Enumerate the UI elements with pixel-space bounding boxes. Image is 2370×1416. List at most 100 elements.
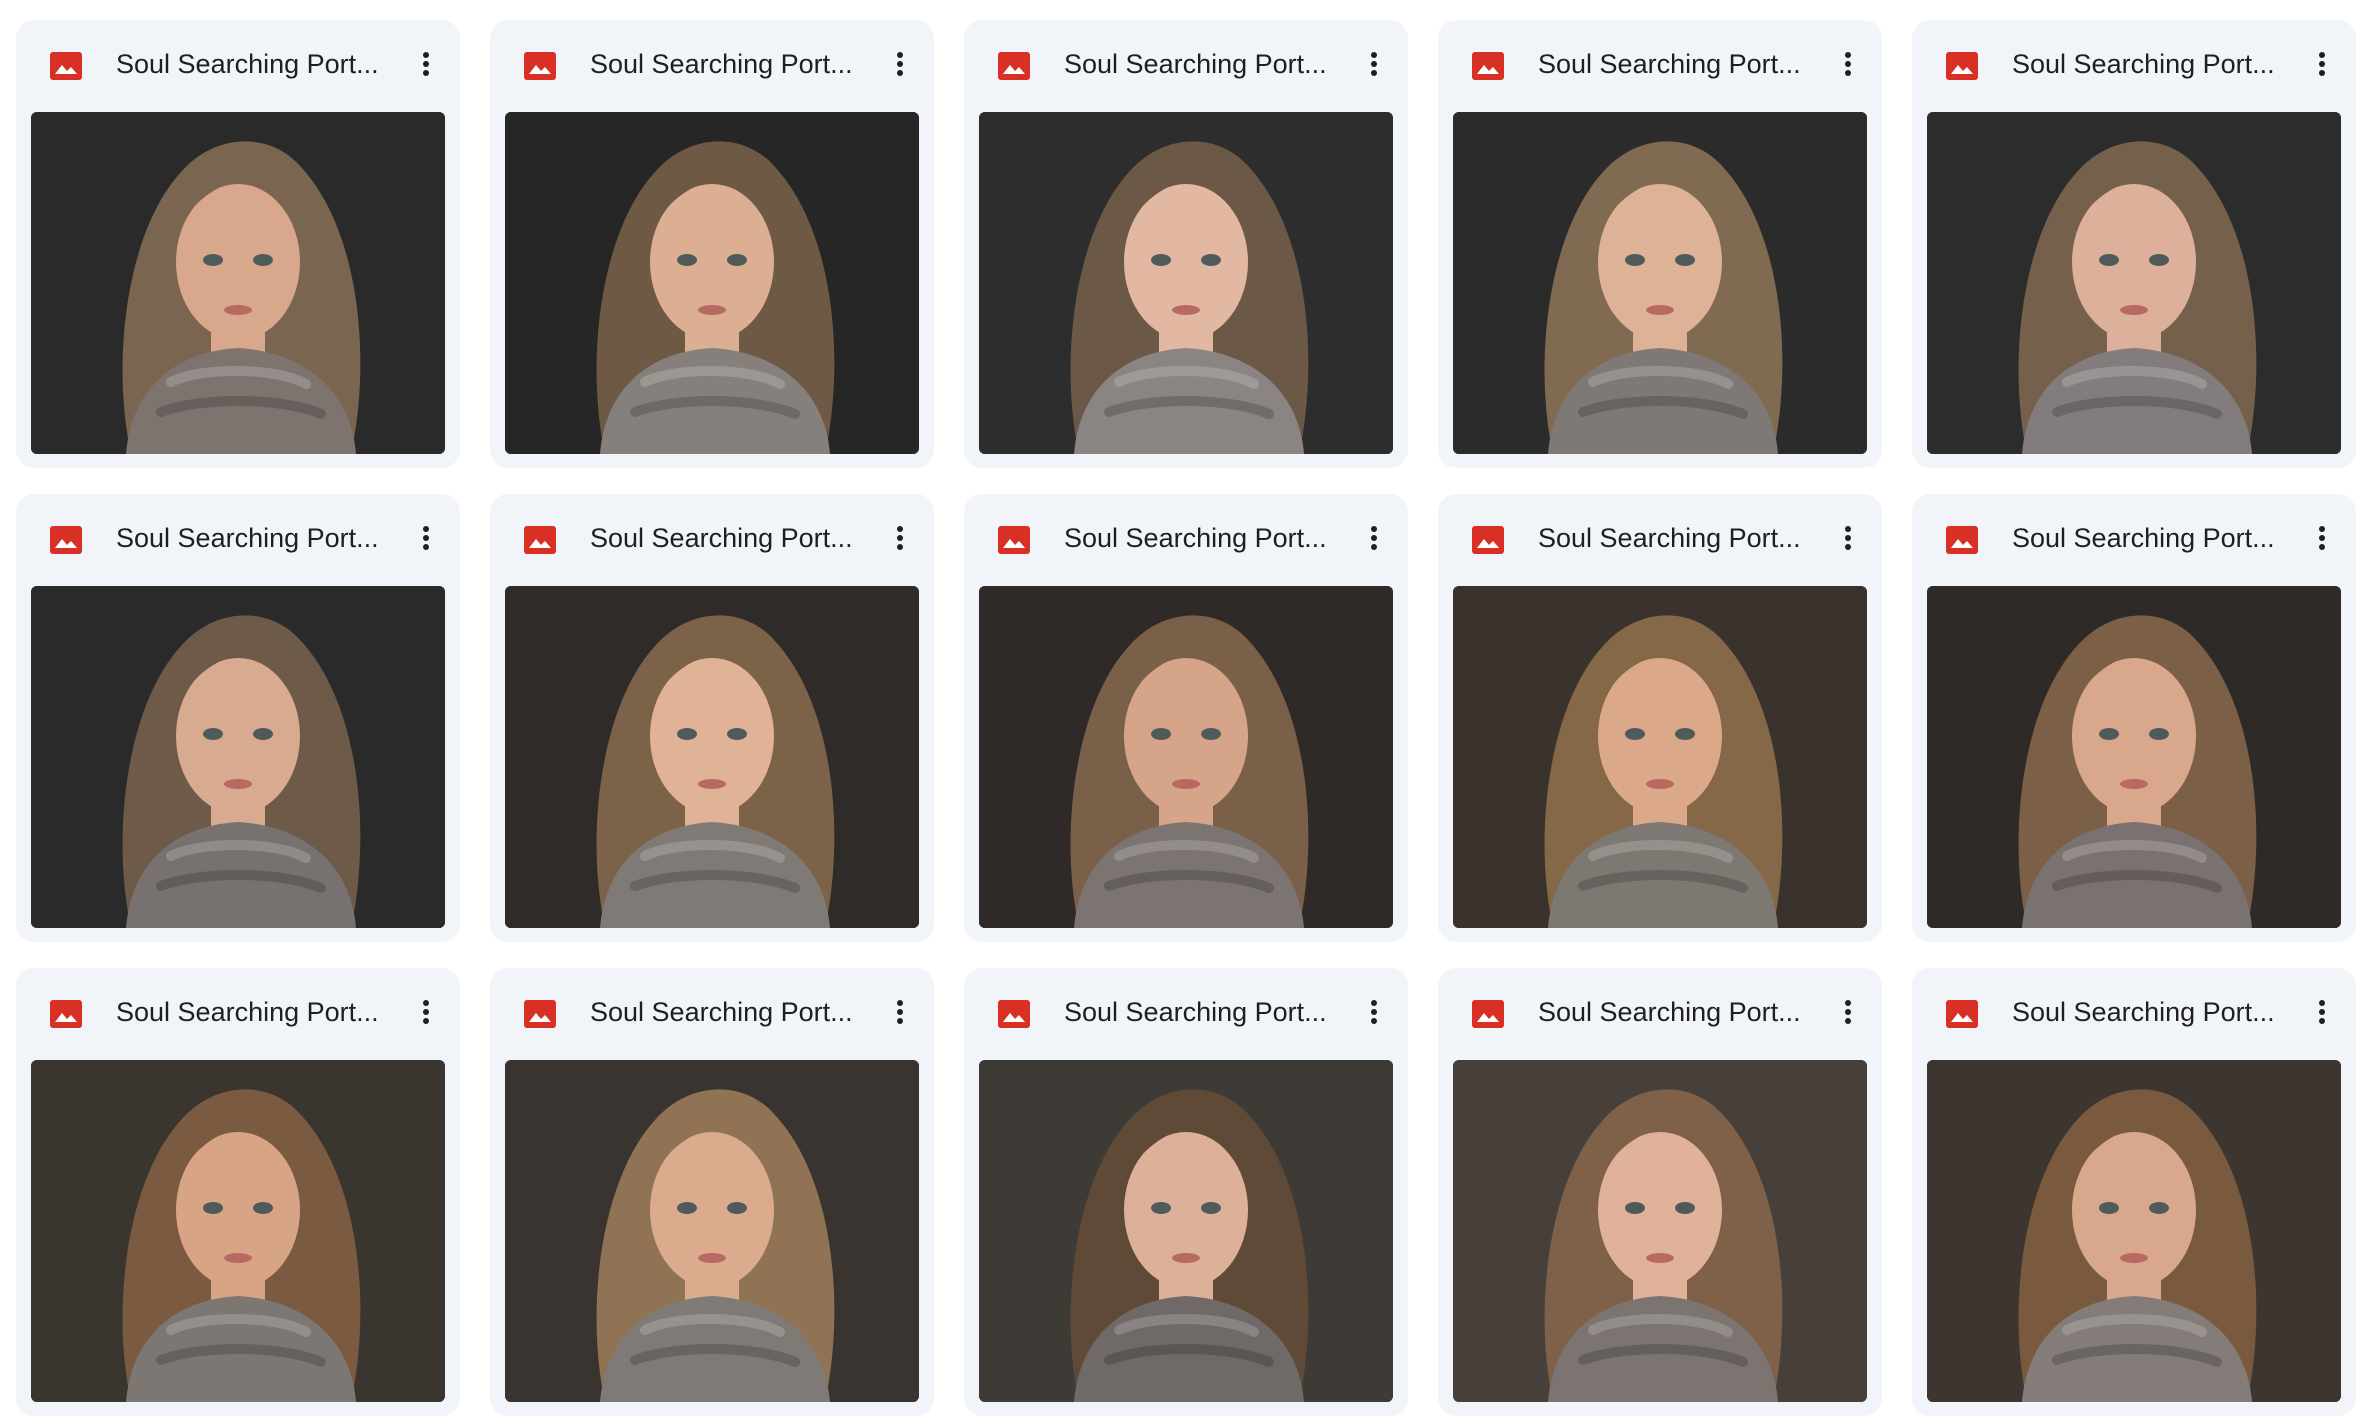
more-vert-dot [1845,1009,1851,1015]
more-vert-dot [2319,1018,2325,1024]
file-card[interactable]: Soul Searching Port... [1438,968,1882,1416]
more-vert-icon[interactable] [408,520,444,556]
more-vert-dot [897,1018,903,1024]
image-file-icon [1946,52,1978,80]
file-card-header: Soul Searching Port... [16,968,460,1054]
more-vert-dot [1845,1000,1851,1006]
more-vert-icon[interactable] [1356,520,1392,556]
more-vert-dot [897,70,903,76]
file-name: Soul Searching Port... [1064,523,1327,553]
file-card-header: Soul Searching Port... [964,968,1408,1054]
file-card[interactable]: Soul Searching Port... [16,20,460,468]
file-card-header: Soul Searching Port... [1912,968,2356,1054]
more-vert-dot [897,544,903,550]
more-vert-dot [1371,70,1377,76]
more-vert-dot [2319,535,2325,541]
more-vert-dot [2319,1000,2325,1006]
file-card[interactable]: Soul Searching Port... [16,494,460,942]
more-vert-dot [423,544,429,550]
file-card-header: Soul Searching Port... [1912,494,2356,580]
more-vert-dot [423,1009,429,1015]
file-thumbnail[interactable] [979,1060,1393,1402]
file-card[interactable]: Soul Searching Port... [1912,968,2356,1416]
more-vert-icon[interactable] [408,46,444,82]
more-vert-icon[interactable] [882,46,918,82]
more-vert-icon[interactable] [1830,520,1866,556]
more-vert-dot [423,70,429,76]
more-vert-dot [897,535,903,541]
file-card-header: Soul Searching Port... [964,20,1408,106]
more-vert-icon[interactable] [1830,46,1866,82]
file-card-header: Soul Searching Port... [490,968,934,1054]
file-name: Soul Searching Port... [1538,997,1801,1027]
image-file-icon [524,1000,556,1028]
more-vert-icon[interactable] [408,994,444,1030]
file-card[interactable]: Soul Searching Port... [964,20,1408,468]
file-thumbnail[interactable] [505,1060,919,1402]
file-card[interactable]: Soul Searching Port... [964,968,1408,1416]
file-name: Soul Searching Port... [1538,49,1801,79]
file-card[interactable]: Soul Searching Port... [1912,20,2356,468]
file-name: Soul Searching Port... [116,523,379,553]
more-vert-dot [2319,70,2325,76]
more-vert-dot [897,526,903,532]
file-thumbnail[interactable] [31,586,445,928]
file-card-header: Soul Searching Port... [490,494,934,580]
file-name: Soul Searching Port... [2012,49,2275,79]
more-vert-icon[interactable] [2304,520,2340,556]
image-file-icon [998,526,1030,554]
file-card[interactable]: Soul Searching Port... [1438,494,1882,942]
file-card[interactable]: Soul Searching Port... [490,20,934,468]
more-vert-icon[interactable] [1356,46,1392,82]
image-file-icon [524,52,556,80]
more-vert-dot [2319,526,2325,532]
more-vert-icon[interactable] [1356,994,1392,1030]
file-name: Soul Searching Port... [116,49,379,79]
file-card-header: Soul Searching Port... [490,20,934,106]
file-name: Soul Searching Port... [590,49,853,79]
file-card[interactable]: Soul Searching Port... [964,494,1408,942]
file-card-header: Soul Searching Port... [16,494,460,580]
file-name: Soul Searching Port... [116,997,379,1027]
file-card[interactable]: Soul Searching Port... [490,968,934,1416]
file-name: Soul Searching Port... [2012,523,2275,553]
more-vert-icon[interactable] [1830,994,1866,1030]
more-vert-dot [1371,52,1377,58]
file-thumbnail[interactable] [31,1060,445,1402]
file-thumbnail[interactable] [1927,586,2341,928]
file-card-header: Soul Searching Port... [1438,968,1882,1054]
file-thumbnail[interactable] [979,112,1393,454]
more-vert-dot [1845,52,1851,58]
file-thumbnail[interactable] [505,586,919,928]
more-vert-icon[interactable] [2304,994,2340,1030]
file-card[interactable]: Soul Searching Port... [490,494,934,942]
file-thumbnail[interactable] [1453,112,1867,454]
file-thumbnail[interactable] [1453,586,1867,928]
file-thumbnail[interactable] [1927,112,2341,454]
more-vert-dot [1845,535,1851,541]
more-vert-dot [1371,1009,1377,1015]
file-grid: Soul Searching Port... Soul Searching Por… [0,0,2370,1416]
more-vert-icon[interactable] [882,520,918,556]
more-vert-dot [423,61,429,67]
image-file-icon [50,52,82,80]
file-thumbnail[interactable] [505,112,919,454]
more-vert-icon[interactable] [882,994,918,1030]
more-vert-dot [1371,1000,1377,1006]
more-vert-dot [2319,52,2325,58]
image-file-icon [1472,1000,1504,1028]
image-file-icon [998,1000,1030,1028]
more-vert-dot [423,1000,429,1006]
file-thumbnail[interactable] [1453,1060,1867,1402]
file-thumbnail[interactable] [979,586,1393,928]
file-name: Soul Searching Port... [590,997,853,1027]
file-card[interactable]: Soul Searching Port... [16,968,460,1416]
file-card[interactable]: Soul Searching Port... [1438,20,1882,468]
file-name: Soul Searching Port... [1064,49,1327,79]
more-vert-icon[interactable] [2304,46,2340,82]
more-vert-dot [897,52,903,58]
more-vert-dot [1845,70,1851,76]
file-card[interactable]: Soul Searching Port... [1912,494,2356,942]
file-thumbnail[interactable] [31,112,445,454]
file-thumbnail[interactable] [1927,1060,2341,1402]
